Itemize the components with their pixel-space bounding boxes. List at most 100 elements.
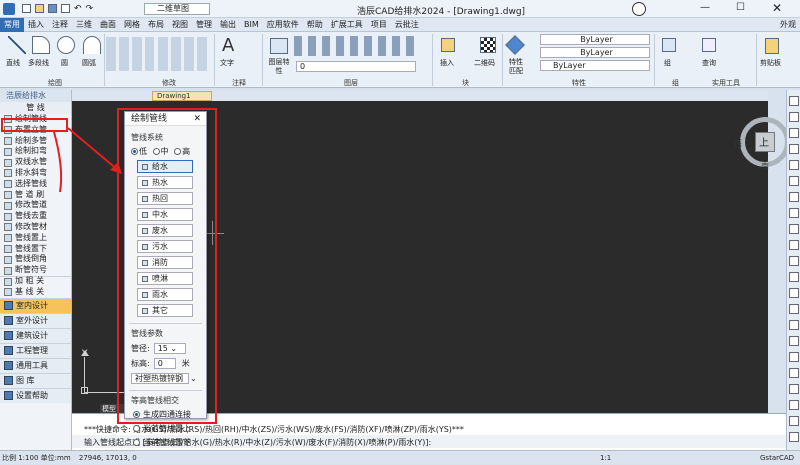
close-icon[interactable]: ✕ xyxy=(772,1,782,15)
tab-output[interactable]: 输出 xyxy=(216,19,240,30)
sidebar-item-chamfer[interactable]: 管线倒角 xyxy=(0,254,71,265)
sidebar-item-dedupe[interactable]: 管线去重 xyxy=(0,211,71,222)
clipboard-button[interactable]: 剪贴板 xyxy=(760,58,781,68)
lineweight-select[interactable]: ByLayer xyxy=(540,60,650,71)
tool-icon[interactable] xyxy=(789,432,799,442)
tab-mesh[interactable]: 网格 xyxy=(120,19,144,30)
modify-tools-grid[interactable] xyxy=(158,37,208,71)
tool-icon[interactable] xyxy=(789,128,799,138)
sidebar-group-settings[interactable]: 设置帮助 xyxy=(0,387,71,403)
sidebar-group-library[interactable]: 图 库 xyxy=(0,372,71,388)
sidebar-group-project[interactable]: 工程管理 xyxy=(0,342,71,358)
tab-cloud-markup[interactable]: 云批注 xyxy=(391,19,423,30)
sidebar-item-move-up[interactable]: 管线置上 xyxy=(0,233,71,244)
tool-icon[interactable] xyxy=(789,416,799,426)
match-properties-button[interactable]: 特性匹配 xyxy=(506,58,526,76)
query-button[interactable]: 查询 xyxy=(702,58,716,68)
workspace-select[interactable]: 二维草图 xyxy=(144,3,210,15)
circle-icon[interactable] xyxy=(57,36,75,54)
new-file-icon[interactable] xyxy=(22,4,31,13)
tool-icon[interactable] xyxy=(789,224,799,234)
tab-extensions[interactable]: 扩展工具 xyxy=(327,19,367,30)
tab-insert[interactable]: 插入 xyxy=(24,19,48,30)
sidebar-item-material[interactable]: 修改管材 xyxy=(0,222,71,233)
layer-select[interactable]: 0 xyxy=(296,61,416,72)
sidebar-group-outdoor[interactable]: 室外设计 xyxy=(0,312,71,328)
polyline-button[interactable]: 多段线 xyxy=(28,58,49,68)
line-button[interactable]: 直线 xyxy=(6,58,20,68)
text-button[interactable]: 文字 xyxy=(220,58,234,68)
minimize-icon[interactable]: — xyxy=(700,2,710,13)
tool-icon[interactable] xyxy=(789,144,799,154)
sidebar-group-tools[interactable]: 通用工具 xyxy=(0,357,71,373)
redo-icon[interactable]: ↷ xyxy=(86,4,94,14)
tool-icon[interactable] xyxy=(789,288,799,298)
tool-icon[interactable] xyxy=(789,192,799,202)
layer-tools[interactable] xyxy=(294,36,414,56)
sidebar-item-bold-toggle[interactable]: 加 粗 关 xyxy=(0,275,71,287)
arc-button[interactable]: 圆弧 xyxy=(82,58,96,68)
tab-apps[interactable]: 应用软件 xyxy=(263,19,303,30)
qrcode-icon[interactable] xyxy=(480,37,496,53)
tool-icon[interactable] xyxy=(789,208,799,218)
tool-icon[interactable] xyxy=(789,368,799,378)
tab-manage[interactable]: 管理 xyxy=(192,19,216,30)
tool-icon[interactable] xyxy=(789,272,799,282)
linetype-select[interactable]: ByLayer xyxy=(540,47,650,58)
radio-current-below[interactable]: 当前管线置下 xyxy=(133,437,206,448)
tab-annotate[interactable]: 注释 xyxy=(48,19,72,30)
status-zoom[interactable]: 1:1 xyxy=(600,451,611,465)
circle-button[interactable]: 圆 xyxy=(61,58,68,68)
color-select[interactable]: ByLayer xyxy=(540,34,650,45)
sidebar-group-indoor[interactable]: 室内设计 xyxy=(0,297,71,313)
qrcode-button[interactable]: 二维码 xyxy=(474,58,495,68)
tool-icon[interactable] xyxy=(789,96,799,106)
tool-icon[interactable] xyxy=(789,336,799,346)
layer-properties-button[interactable]: 图层特性 xyxy=(268,58,290,76)
appearance-menu[interactable]: 外观 xyxy=(776,19,800,30)
tool-icon[interactable] xyxy=(789,176,799,186)
tab-drawing1[interactable]: Drawing1 xyxy=(152,91,212,101)
tab-view[interactable]: 视图 xyxy=(168,19,192,30)
tool-icon[interactable] xyxy=(789,304,799,314)
insert-block-icon[interactable] xyxy=(441,38,455,52)
tab-home[interactable]: 常用 xyxy=(0,17,24,32)
save-icon[interactable] xyxy=(48,4,57,13)
text-icon[interactable]: A xyxy=(222,35,234,56)
tool-icon[interactable] xyxy=(789,400,799,410)
sidebar-item-baseline-toggle[interactable]: 基 线 关 xyxy=(0,287,71,298)
tool-icon[interactable] xyxy=(789,112,799,122)
tool-icon[interactable] xyxy=(789,160,799,170)
user-account-icon[interactable] xyxy=(632,2,646,16)
sidebar-item-move-down[interactable]: 管线置下 xyxy=(0,244,71,255)
layer-properties-icon[interactable] xyxy=(270,38,288,54)
tool-icon[interactable] xyxy=(789,320,799,330)
clipboard-icon[interactable] xyxy=(765,38,779,54)
query-icon[interactable] xyxy=(702,38,716,52)
tab-bim[interactable]: BIM xyxy=(240,20,263,29)
tab-surface[interactable]: 曲面 xyxy=(96,19,120,30)
tab-help[interactable]: 帮助 xyxy=(303,19,327,30)
tab-layout[interactable]: 布局 xyxy=(144,19,168,30)
group-button[interactable]: 组 xyxy=(664,58,671,68)
quick-access-toolbar[interactable]: ↶ ↷ xyxy=(22,4,132,14)
arc-icon[interactable] xyxy=(83,36,101,54)
draw-tools-grid[interactable] xyxy=(106,37,154,71)
match-properties-icon[interactable] xyxy=(505,35,525,55)
group-icon[interactable] xyxy=(662,38,676,52)
app-logo-icon[interactable] xyxy=(3,3,15,15)
tool-icon[interactable] xyxy=(789,240,799,250)
status-scale[interactable]: 比例 1:100 xyxy=(2,454,38,462)
polyline-icon[interactable] xyxy=(32,36,50,54)
tab-3d[interactable]: 三维 xyxy=(72,19,96,30)
sidebar-item-break-symbol[interactable]: 断管符号 xyxy=(0,265,71,276)
tab-project[interactable]: 项目 xyxy=(367,19,391,30)
open-folder-icon[interactable] xyxy=(35,4,44,13)
sidebar-item-modify-pipe[interactable]: 修改管道 xyxy=(0,200,71,211)
tool-icon[interactable] xyxy=(789,256,799,266)
undo-icon[interactable]: ↶ xyxy=(74,4,82,14)
line-icon[interactable] xyxy=(8,36,26,54)
print-icon[interactable] xyxy=(61,4,70,13)
insert-button[interactable]: 插入 xyxy=(440,58,454,68)
maximize-icon[interactable]: ☐ xyxy=(736,2,745,13)
